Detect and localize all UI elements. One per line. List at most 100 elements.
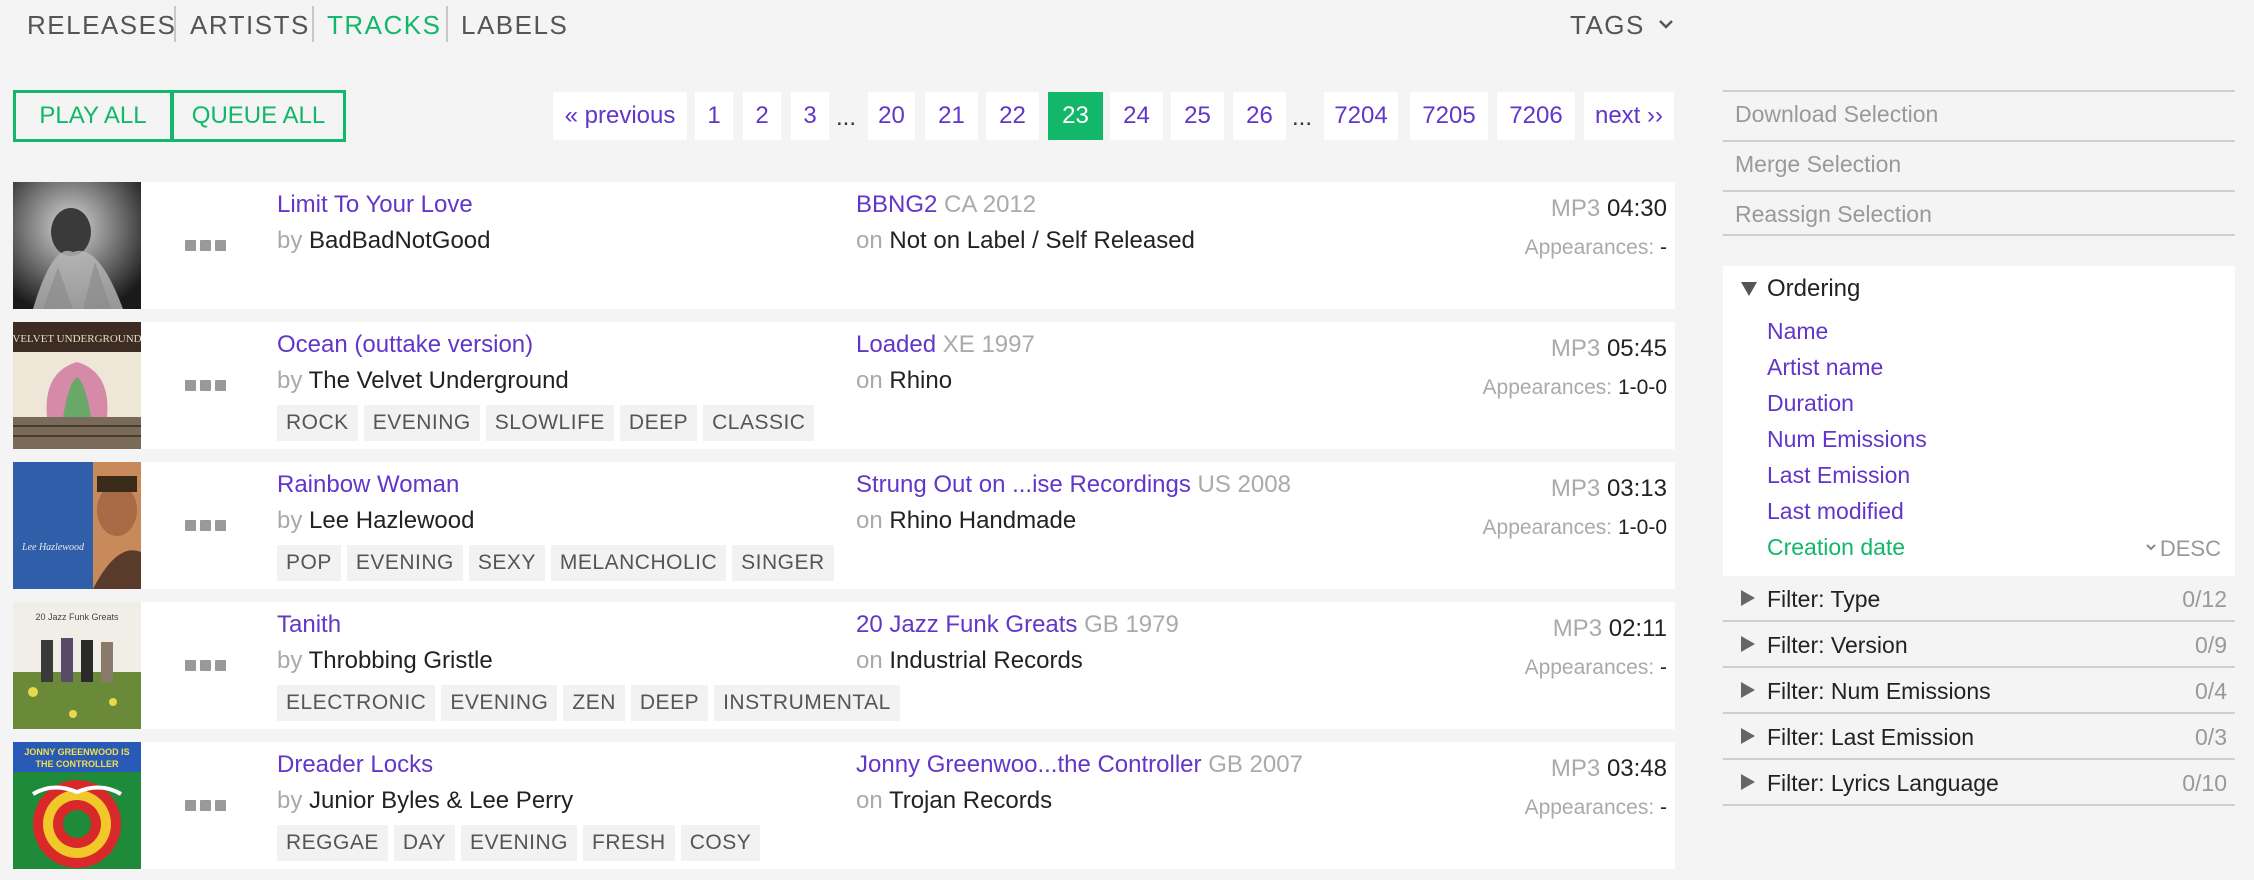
- more-options-icon[interactable]: [185, 660, 227, 672]
- ordering-option-duration[interactable]: Duration: [1767, 388, 1854, 418]
- page-link[interactable]: 25: [1171, 92, 1224, 140]
- pagination-next[interactable]: next ››: [1584, 92, 1674, 140]
- ordering-title[interactable]: Ordering: [1767, 274, 1860, 304]
- table-row[interactable]: Lee Hazlewood Rainbow Woman by Lee Hazle…: [13, 462, 1675, 589]
- artist-link[interactable]: BadBadNotGood: [309, 227, 490, 254]
- release-link[interactable]: Loaded: [856, 331, 936, 358]
- tag[interactable]: DEEP: [630, 685, 709, 721]
- tag[interactable]: DEEP: [619, 405, 698, 441]
- tag[interactable]: ZEN: [563, 685, 625, 721]
- page-link[interactable]: 7204: [1324, 92, 1398, 140]
- tag[interactable]: DAY: [393, 825, 455, 861]
- tag[interactable]: POP: [277, 545, 341, 581]
- more-options-icon[interactable]: [185, 800, 227, 812]
- tag[interactable]: EVENING: [363, 405, 480, 441]
- tag[interactable]: ELECTRONIC: [277, 685, 436, 721]
- label-link[interactable]: Rhino: [889, 367, 952, 394]
- more-options-icon[interactable]: [185, 380, 227, 392]
- ordering-option-num-emissions[interactable]: Num Emissions: [1767, 424, 1927, 454]
- filter-version[interactable]: Filter: Version 0/9: [1723, 622, 2235, 668]
- page-link[interactable]: 2: [743, 92, 781, 140]
- queue-all-button[interactable]: QUEUE ALL: [171, 90, 346, 142]
- artist-link[interactable]: The Velvet Underground: [309, 367, 569, 394]
- tag[interactable]: COSY: [680, 825, 761, 861]
- nav-labels[interactable]: LABELS: [461, 9, 568, 41]
- filter-type[interactable]: Filter: Type 0/12: [1723, 576, 2235, 622]
- release-link[interactable]: Jonny Greenwoo...the Controller: [856, 751, 1202, 778]
- album-cover[interactable]: VELVET UNDERGROUND: [13, 322, 141, 449]
- page-link[interactable]: 1: [695, 92, 733, 140]
- triangle-down-icon[interactable]: [1741, 282, 1757, 296]
- tag[interactable]: CLASSIC: [703, 405, 815, 441]
- track-title[interactable]: Rainbow Woman: [277, 470, 459, 500]
- ordering-option-creation-date[interactable]: Creation date: [1767, 532, 1905, 562]
- release-link[interactable]: Strung Out on ...ise Recordings: [856, 471, 1191, 498]
- page-link[interactable]: 7205: [1410, 92, 1488, 140]
- tags-dropdown[interactable]: TAGS: [1570, 9, 1645, 41]
- release-link[interactable]: BBNG2: [856, 191, 937, 218]
- reassign-selection-button[interactable]: Reassign Selection: [1723, 190, 2235, 236]
- filter-last-emission[interactable]: Filter: Last Emission 0/3: [1723, 714, 2235, 760]
- nav-tracks[interactable]: TRACKS: [327, 9, 441, 41]
- page-link[interactable]: 26: [1233, 92, 1286, 140]
- album-cover[interactable]: Lee Hazlewood: [13, 462, 141, 589]
- filter-num-emissions[interactable]: Filter: Num Emissions 0/4: [1723, 668, 2235, 714]
- label-link[interactable]: Industrial Records: [889, 647, 1082, 674]
- table-row[interactable]: VELVET UNDERGROUND Ocean (outtake versio…: [13, 322, 1675, 449]
- label-link[interactable]: Rhino Handmade: [889, 507, 1076, 534]
- play-all-button[interactable]: PLAY ALL: [13, 90, 173, 142]
- tag[interactable]: EVENING: [346, 545, 463, 581]
- nav-artists[interactable]: ARTISTS: [190, 9, 310, 41]
- tag[interactable]: MELANCHOLIC: [550, 545, 727, 581]
- track-artist: by Lee Hazlewood: [277, 507, 475, 534]
- page-link[interactable]: 7206: [1497, 92, 1575, 140]
- label-link[interactable]: Trojan Records: [889, 787, 1052, 814]
- tag[interactable]: INSTRUMENTAL: [714, 685, 900, 721]
- tag[interactable]: REGGAE: [277, 825, 388, 861]
- page-link[interactable]: 22: [986, 92, 1039, 140]
- tag[interactable]: SINGER: [732, 545, 834, 581]
- track-title[interactable]: Limit To Your Love: [277, 190, 473, 220]
- track-title[interactable]: Tanith: [277, 610, 341, 640]
- more-options-icon[interactable]: [185, 520, 227, 532]
- tag[interactable]: ROCK: [277, 405, 358, 441]
- tag[interactable]: SLOWLIFE: [485, 405, 614, 441]
- page-link[interactable]: 21: [925, 92, 978, 140]
- tag[interactable]: EVENING: [441, 685, 558, 721]
- ordering-option-artist-name[interactable]: Artist name: [1767, 352, 1883, 382]
- tag[interactable]: SEXY: [468, 545, 545, 581]
- download-selection-button[interactable]: Download Selection: [1723, 90, 2235, 136]
- track-title[interactable]: Ocean (outtake version): [277, 330, 533, 360]
- triangle-right-icon: [1741, 682, 1755, 698]
- pagination-previous[interactable]: « previous: [553, 92, 687, 140]
- chevron-down-icon[interactable]: [1656, 14, 1676, 34]
- table-row[interactable]: 20 Jazz Funk Greats Tanith by Throbbing …: [13, 602, 1675, 729]
- table-row[interactable]: JONNY GREENWOOD IS THE CONTROLLER Dreade…: [13, 742, 1675, 869]
- page-link-current[interactable]: 23: [1048, 92, 1103, 140]
- merge-selection-button[interactable]: Merge Selection: [1723, 140, 2235, 186]
- filter-lyrics-language[interactable]: Filter: Lyrics Language 0/10: [1723, 760, 2235, 806]
- tag[interactable]: FRESH: [583, 825, 675, 861]
- page-link[interactable]: 24: [1110, 92, 1163, 140]
- sort-direction[interactable]: DESC: [2160, 534, 2221, 564]
- track-appearances: Appearances: 1-0-0: [1482, 376, 1667, 399]
- tag[interactable]: EVENING: [460, 825, 578, 861]
- ordering-option-last-emission[interactable]: Last Emission: [1767, 460, 1910, 490]
- ordering-option-name[interactable]: Name: [1767, 316, 1828, 346]
- nav-releases[interactable]: RELEASES: [27, 9, 176, 41]
- album-cover[interactable]: JONNY GREENWOOD IS THE CONTROLLER: [13, 742, 141, 869]
- release-link[interactable]: 20 Jazz Funk Greats: [856, 611, 1077, 638]
- album-cover[interactable]: [13, 182, 141, 309]
- more-options-icon[interactable]: [185, 240, 227, 252]
- table-row[interactable]: Limit To Your Love by BadBadNotGood BBNG…: [13, 182, 1675, 309]
- label-link[interactable]: Not on Label / Self Released: [889, 227, 1195, 254]
- page-link[interactable]: 3: [791, 92, 829, 140]
- artist-link[interactable]: Throbbing Gristle: [309, 647, 493, 674]
- chevron-down-icon[interactable]: [2143, 539, 2159, 555]
- ordering-option-last-modified[interactable]: Last modified: [1767, 496, 1904, 526]
- album-cover[interactable]: 20 Jazz Funk Greats: [13, 602, 141, 729]
- artist-link[interactable]: Junior Byles & Lee Perry: [309, 787, 573, 814]
- artist-link[interactable]: Lee Hazlewood: [309, 507, 474, 534]
- track-title[interactable]: Dreader Locks: [277, 750, 433, 780]
- page-link[interactable]: 20: [868, 92, 915, 140]
